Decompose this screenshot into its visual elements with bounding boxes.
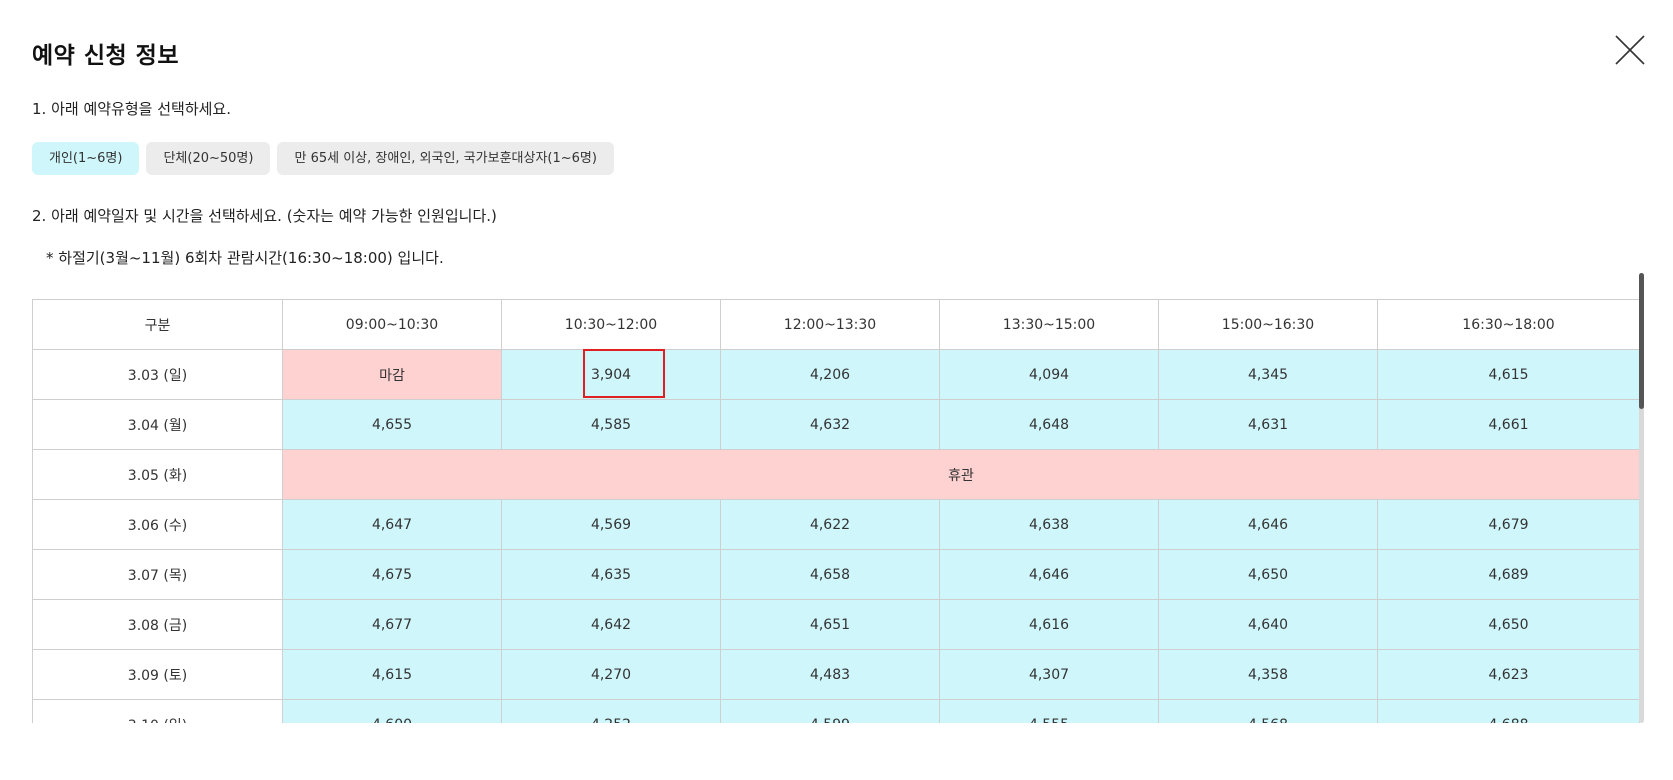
type-special-button[interactable]: 만 65세 이상, 장애인, 외국인, 국가보훈대상자(1~6명)	[277, 142, 614, 175]
table-scrollbar[interactable]	[1639, 273, 1644, 723]
slot-cell[interactable]: 4,632	[720, 399, 940, 450]
slot-cell[interactable]: 4,646	[1158, 499, 1378, 550]
schedule-table: 구분 09:00~10:30 10:30~12:00 12:00~13:30 1…	[32, 299, 1640, 723]
slot-cell[interactable]: 4,616	[939, 599, 1159, 650]
date-cell: 3.07 (목)	[32, 549, 283, 600]
modal-title: 예약 신청 정보	[32, 43, 179, 69]
close-button[interactable]	[1614, 34, 1646, 66]
slot-cell[interactable]: 4,555	[939, 699, 1159, 723]
slot-cell[interactable]: 4,252	[501, 699, 721, 723]
header-slot-1: 09:00~10:30	[282, 299, 502, 350]
slot-cell[interactable]: 4,688	[1377, 699, 1640, 723]
reservation-type-group: 개인(1~6명) 단체(20~50명) 만 65세 이상, 장애인, 외국인, …	[32, 142, 614, 175]
table-row: 3.05 (화) 휴관	[32, 449, 1640, 500]
table-row: 3.08 (금) 4,677 4,642 4,651 4,616 4,640 4…	[32, 599, 1640, 650]
slot-cell[interactable]: 4,658	[720, 549, 940, 600]
date-cell: 3.03 (일)	[32, 349, 283, 400]
date-cell: 3.10 (일)	[32, 699, 283, 723]
header-slot-3: 12:00~13:30	[720, 299, 940, 350]
slot-cell[interactable]: 4,675	[282, 549, 502, 600]
slot-cell[interactable]: 4,569	[501, 499, 721, 550]
schedule-table-container[interactable]: 구분 09:00~10:30 10:30~12:00 12:00~13:30 1…	[32, 299, 1642, 723]
slot-cell[interactable]: 4,651	[720, 599, 940, 650]
slot-cell[interactable]: 4,094	[939, 349, 1159, 400]
type-individual-button[interactable]: 개인(1~6명)	[32, 142, 140, 175]
slot-cell[interactable]: 4,307	[939, 649, 1159, 700]
header-slot-5: 15:00~16:30	[1158, 299, 1378, 350]
date-cell: 3.09 (토)	[32, 649, 283, 700]
table-row: 3.06 (수) 4,647 4,569 4,622 4,638 4,646 4…	[32, 499, 1640, 550]
slot-cell[interactable]: 4,679	[1377, 499, 1640, 550]
slot-cell[interactable]: 4,661	[1377, 399, 1640, 450]
slot-cell[interactable]: 4,689	[1377, 549, 1640, 600]
slot-cell[interactable]: 4,638	[939, 499, 1159, 550]
slot-cell[interactable]: 4,650	[1158, 549, 1378, 600]
slot-cell[interactable]: 4,642	[501, 599, 721, 650]
slot-cell[interactable]: 4,358	[1158, 649, 1378, 700]
slot-cell[interactable]: 4,647	[282, 499, 502, 550]
summer-hours-note: * 하절기(3월~11월) 6회차 관람시간(16:30~18:00) 입니다.	[46, 249, 444, 267]
slot-cell[interactable]: 4,623	[1377, 649, 1640, 700]
header-slot-6: 16:30~18:00	[1377, 299, 1640, 350]
slot-cell[interactable]: 4,568	[1158, 699, 1378, 723]
slot-cell[interactable]: 4,677	[282, 599, 502, 650]
date-cell: 3.04 (월)	[32, 399, 283, 450]
table-row: 3.10 (일) 4,600 4,252 4,599 4,555 4,568 4…	[32, 699, 1640, 723]
date-cell: 3.05 (화)	[32, 449, 283, 500]
slot-cell[interactable]: 4,270	[501, 649, 721, 700]
holiday-cell: 휴관	[282, 449, 1640, 500]
header-slot-2: 10:30~12:00	[501, 299, 721, 350]
slot-cell[interactable]: 4,650	[1377, 599, 1640, 650]
scrollbar-thumb[interactable]	[1639, 273, 1644, 409]
slot-cell-selected[interactable]: 3,904	[501, 349, 721, 400]
slot-cell[interactable]: 4,615	[282, 649, 502, 700]
step1-instruction: 1. 아래 예약유형을 선택하세요.	[32, 100, 231, 118]
slot-closed-cell: 마감	[282, 349, 502, 400]
slot-cell[interactable]: 4,206	[720, 349, 940, 400]
slot-cell[interactable]: 4,483	[720, 649, 940, 700]
slot-cell[interactable]: 4,640	[1158, 599, 1378, 650]
slot-cell[interactable]: 4,599	[720, 699, 940, 723]
slot-cell[interactable]: 4,345	[1158, 349, 1378, 400]
type-group-button[interactable]: 단체(20~50명)	[146, 142, 271, 175]
close-icon	[1615, 35, 1645, 65]
table-row: 3.04 (월) 4,655 4,585 4,632 4,648 4,631 4…	[32, 399, 1640, 450]
slot-cell[interactable]: 4,635	[501, 549, 721, 600]
table-row: 3.07 (목) 4,675 4,635 4,658 4,646 4,650 4…	[32, 549, 1640, 600]
slot-cell[interactable]: 4,622	[720, 499, 940, 550]
slot-cell[interactable]: 4,648	[939, 399, 1159, 450]
step2-instruction: 2. 아래 예약일자 및 시간을 선택하세요. (숫자는 예약 가능한 인원입니…	[32, 207, 497, 225]
slot-cell[interactable]: 4,615	[1377, 349, 1640, 400]
header-category: 구분	[32, 299, 283, 350]
date-cell: 3.08 (금)	[32, 599, 283, 650]
slot-cell[interactable]: 4,655	[282, 399, 502, 450]
table-header-row: 구분 09:00~10:30 10:30~12:00 12:00~13:30 1…	[32, 299, 1640, 350]
slot-cell[interactable]: 4,600	[282, 699, 502, 723]
slot-cell[interactable]: 4,646	[939, 549, 1159, 600]
slot-cell[interactable]: 4,585	[501, 399, 721, 450]
reservation-modal: 예약 신청 정보 1. 아래 예약유형을 선택하세요. 개인(1~6명) 단체(…	[0, 0, 1673, 780]
header-slot-4: 13:30~15:00	[939, 299, 1159, 350]
table-row: 3.09 (토) 4,615 4,270 4,483 4,307 4,358 4…	[32, 649, 1640, 700]
date-cell: 3.06 (수)	[32, 499, 283, 550]
slot-cell[interactable]: 4,631	[1158, 399, 1378, 450]
table-row: 3.03 (일) 마감 3,904 4,206 4,094 4,345 4,61…	[32, 349, 1640, 400]
